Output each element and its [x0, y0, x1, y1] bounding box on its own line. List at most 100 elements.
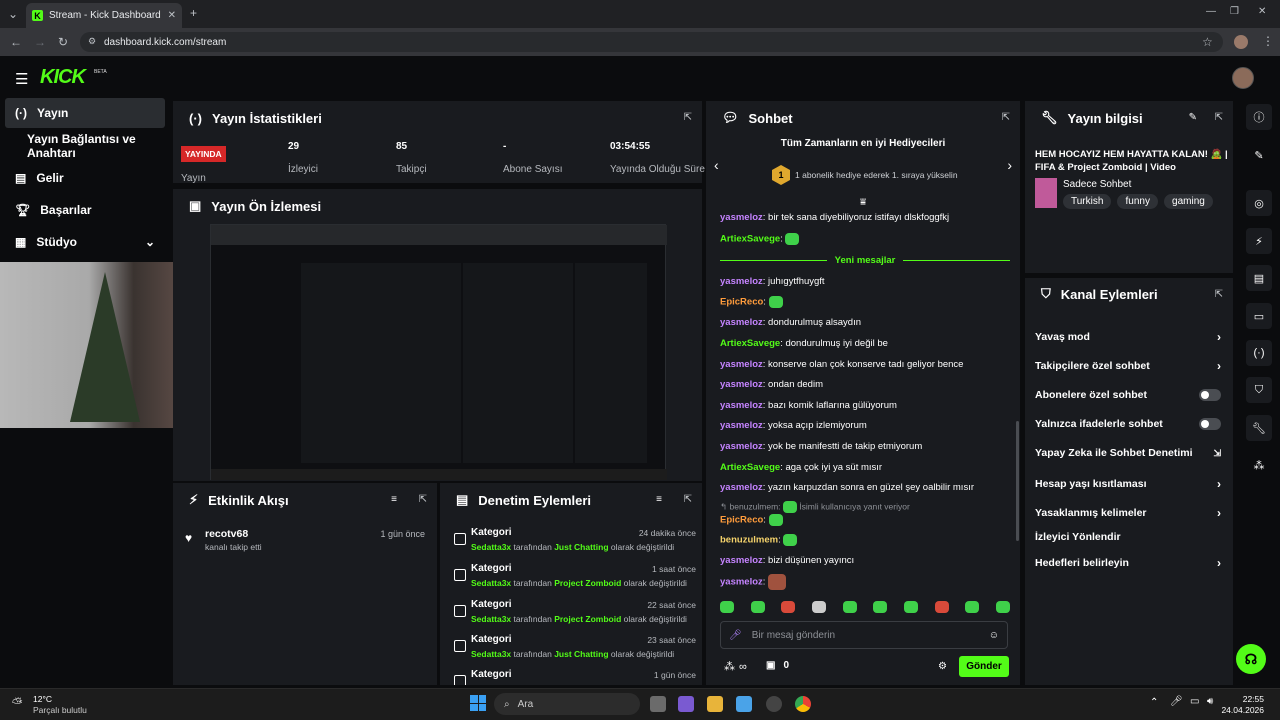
help-icon[interactable]: ☊	[1236, 644, 1266, 674]
chat-message[interactable]: yasmeloz: konserve olan çok konserve tad…	[720, 359, 963, 370]
popout-icon[interactable]: ⇱	[684, 112, 692, 123]
moderation-item[interactable]: Kategori 23 saat önce Sedatta3x tarafınd…	[454, 634, 696, 668]
mod-user[interactable]: Sedatta3x	[471, 542, 511, 552]
chat-bubble-icon[interactable]: ▭	[1246, 303, 1272, 329]
camera-icon[interactable]: ◎	[1246, 190, 1272, 216]
action-banned-words[interactable]: Yasaklanmış kelimeler ›	[1035, 506, 1221, 520]
pencil-icon[interactable]: ✎	[1246, 142, 1272, 168]
chat-username[interactable]: yasmeloz	[720, 359, 763, 370]
popout-icon[interactable]: ⇱	[1002, 112, 1010, 123]
chat-message[interactable]: yasmeloz: bizi düşünen yayıncı	[720, 555, 854, 566]
extensions-icon[interactable]: ⁂	[1246, 452, 1272, 478]
mod-user[interactable]: Sedatta3x	[471, 578, 511, 588]
chat-username[interactable]: ArtiexSavege	[720, 338, 780, 349]
chat-message[interactable]: yasmeloz: yazın karpuzdan sonra en güzel…	[720, 482, 974, 493]
chat-username[interactable]: benuzulmem	[720, 535, 778, 546]
edit-pencil-icon[interactable]: ✎	[1189, 112, 1197, 123]
tag[interactable]: Turkish	[1063, 194, 1112, 209]
chat-message[interactable]: ArtiexSavege: dondurulmuş iyi değil be	[720, 338, 888, 349]
emote-only-toggle[interactable]	[1199, 418, 1221, 430]
action-followers-only[interactable]: Takipçilere özel sohbet ›	[1035, 359, 1221, 373]
network-icon[interactable]: ▭	[1190, 696, 1199, 707]
preview-video[interactable]	[210, 224, 667, 480]
settings-gear-icon[interactable]: ⚙	[938, 661, 947, 672]
chat-message[interactable]: yasmeloz: dondurulmuş alsaydın	[720, 317, 861, 328]
moderation-item[interactable]: Kategori 24 dakika önce Sedatta3x tarafı…	[454, 527, 696, 561]
minimize-icon[interactable]: —	[1206, 6, 1216, 17]
sidebar-item-gelir[interactable]: ▤ Gelir	[5, 163, 165, 193]
popout-icon[interactable]: ⇱	[419, 494, 427, 505]
app-icon[interactable]	[766, 696, 782, 712]
mod-user[interactable]: Sedatta3x	[471, 649, 511, 659]
shield-icon[interactable]: ⛉	[1246, 377, 1272, 403]
chat-username[interactable]: yasmeloz	[720, 420, 763, 431]
new-tab-button[interactable]: +	[190, 6, 197, 20]
category-name[interactable]: Sadece Sohbet	[1063, 179, 1131, 190]
chat-username[interactable]: ArtiexSavege	[720, 234, 780, 245]
emote-icon[interactable]	[842, 601, 857, 613]
site-info-icon[interactable]: ⚙	[88, 36, 96, 47]
mod-user[interactable]: Sedatta3x	[471, 614, 511, 624]
chat-username[interactable]: yasmeloz	[720, 577, 763, 588]
close-window-icon[interactable]: ✕	[1258, 6, 1266, 17]
close-tab-icon[interactable]: ✕	[168, 10, 176, 21]
browser-tab[interactable]: K Stream - Kick Dashboard ✕	[26, 3, 182, 28]
chest-display[interactable]: ▣ 0	[766, 660, 789, 671]
chat-username[interactable]: yasmeloz	[720, 379, 763, 390]
emote-icon[interactable]	[934, 601, 949, 613]
sidebar-item-stream-key[interactable]: Yayın Bağlantısı ve Anahtarı	[5, 131, 171, 161]
chat-message[interactable]: yasmeloz:	[720, 574, 787, 590]
chat-username[interactable]: ArtiexSavege	[720, 462, 780, 473]
kick-logo[interactable]: KICK	[40, 66, 86, 89]
chrome-icon[interactable]	[795, 696, 811, 712]
sidebar-item-basarilar[interactable]: 🏆︎ Başarılar	[5, 195, 165, 225]
bookmark-star-icon[interactable]: ☆	[1202, 35, 1213, 49]
chat-message[interactable]: ArtiexSavege: aga çok iyi ya süt mısır	[720, 462, 882, 473]
chat-message[interactable]: yasmeloz: juhıgytfhuygft	[720, 276, 825, 287]
emote-icon[interactable]	[965, 601, 980, 613]
filter-icon[interactable]: ≡	[391, 494, 397, 505]
chat-username[interactable]: EpicReco	[720, 515, 763, 526]
task-view-icon[interactable]	[650, 696, 666, 712]
emote-icon[interactable]	[750, 601, 765, 613]
chat-message[interactable]: EpicReco:	[720, 514, 783, 526]
emote-icon[interactable]	[720, 601, 734, 613]
broadcast-icon[interactable]: (·)	[1246, 340, 1272, 366]
filter-icon[interactable]: ≡	[656, 494, 662, 505]
chat-message[interactable]: EpicReco:	[720, 296, 783, 308]
volume-icon[interactable]: 🔊︎	[1207, 696, 1213, 707]
action-subscribers-only[interactable]: Abonelere özel sohbet	[1035, 389, 1221, 401]
chat-username[interactable]: yasmeloz	[720, 400, 763, 411]
browser-menu-icon[interactable]: ⋮	[1262, 34, 1274, 48]
chat-username[interactable]: yasmeloz	[720, 482, 763, 493]
user-avatar[interactable]	[1232, 67, 1254, 89]
chat-username[interactable]: yasmeloz	[720, 555, 763, 566]
chevron-right-icon[interactable]: ›	[1007, 157, 1012, 173]
weather-icon[interactable]: ⛅︎	[12, 695, 22, 711]
chat-username[interactable]: yasmeloz	[720, 212, 763, 223]
moderation-item[interactable]: Kategori 1 saat önce Sedatta3x tarafında…	[454, 563, 696, 597]
action-slow-mode[interactable]: Yavaş mod ›	[1035, 330, 1221, 344]
back-icon[interactable]: ←	[10, 35, 22, 49]
taskbar-search[interactable]: ⌕ Ara	[494, 693, 640, 715]
tag[interactable]: funny	[1117, 194, 1158, 209]
chat-message[interactable]: yasmeloz: yoksa açıp izlemiyorum	[720, 420, 867, 431]
chat-username[interactable]: yasmeloz	[720, 276, 763, 287]
mic-icon[interactable]: 🎤︎	[729, 630, 742, 641]
wrench-icon[interactable]: 🔧︎	[1246, 415, 1272, 441]
chat-message[interactable]: yasmeloz: bir tek sana diyebiliyoruz ist…	[720, 212, 949, 223]
lightning-icon[interactable]: ⚡︎	[1246, 228, 1272, 254]
action-ai-moderation[interactable]: Yapay Zeka ile Sohbet Denetimi ⇲	[1035, 447, 1221, 459]
activity-user[interactable]: recotv68	[205, 528, 248, 540]
action-raid[interactable]: İzleyici Yönlendir	[1035, 531, 1221, 543]
emoji-icon[interactable]: ☺	[989, 630, 999, 641]
copilot-icon[interactable]	[678, 696, 694, 712]
forward-icon[interactable]: →	[34, 35, 46, 49]
hamburger-menu-icon[interactable]: ☰	[15, 70, 28, 88]
action-emote-only[interactable]: Yalnızca ifadelerle sohbet	[1035, 418, 1221, 430]
emote-icon[interactable]	[781, 601, 796, 613]
reload-icon[interactable]: ↻	[58, 35, 68, 49]
chevron-left-icon[interactable]: ‹	[714, 157, 719, 173]
info-icon[interactable]: ⓘ	[1246, 104, 1272, 130]
popout-icon[interactable]: ⇱	[1215, 289, 1223, 300]
